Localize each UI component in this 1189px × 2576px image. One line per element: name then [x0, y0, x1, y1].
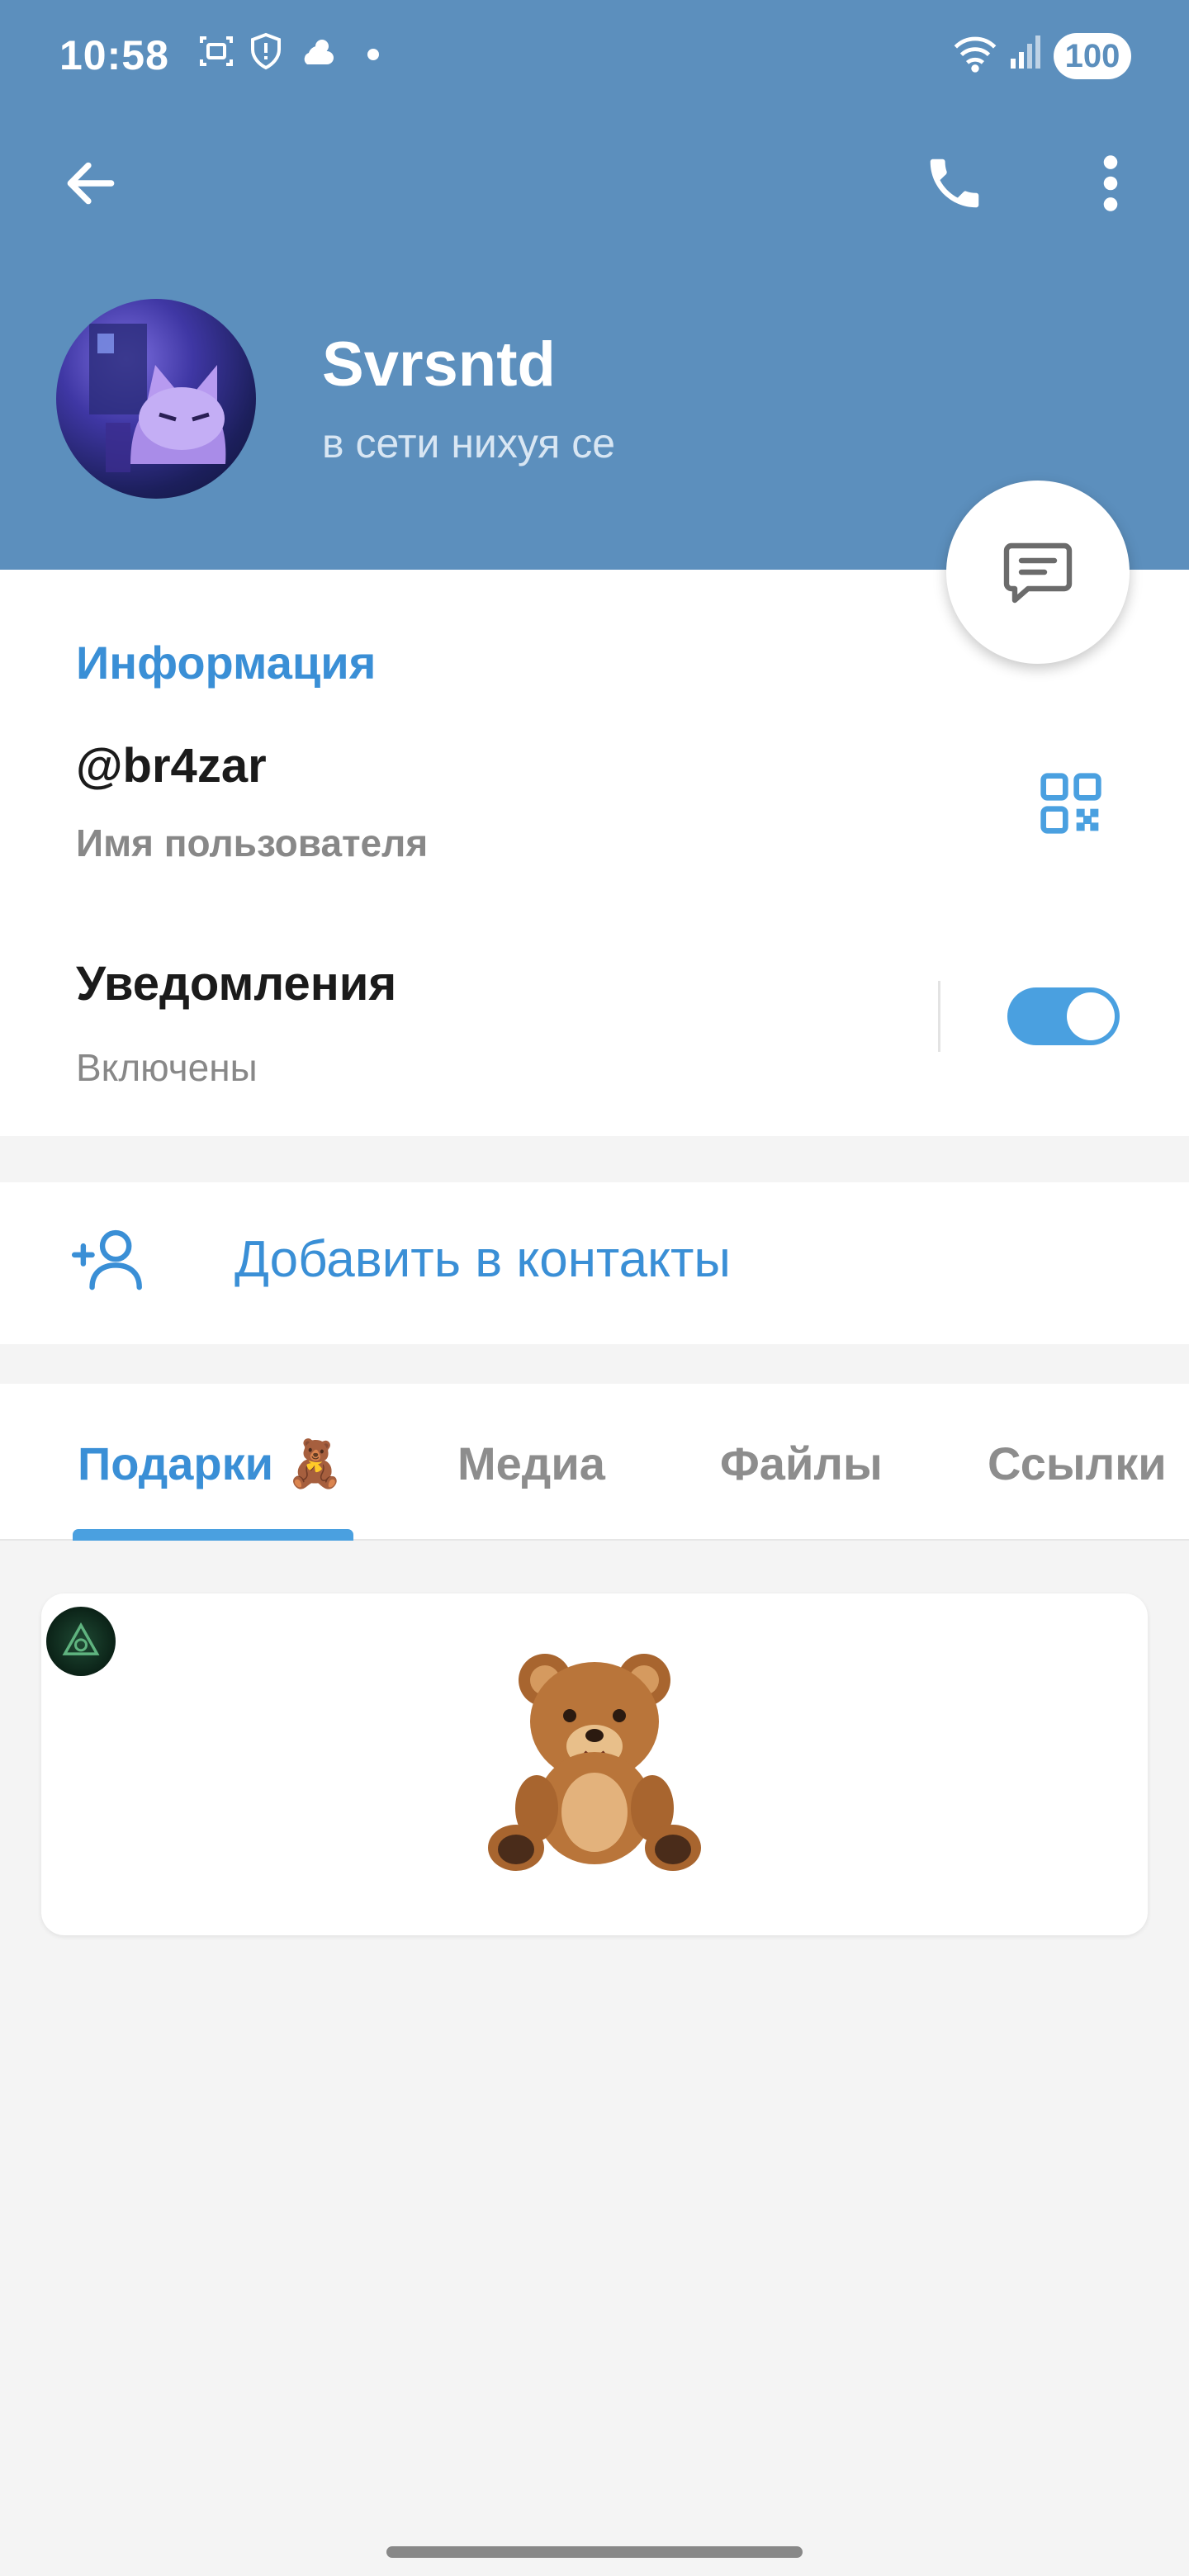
status-time: 10:58: [59, 32, 169, 78]
tab-media[interactable]: Медиа: [457, 1437, 605, 1490]
username-label: Имя пользователя: [76, 822, 429, 864]
tab-files[interactable]: Файлы: [720, 1437, 883, 1490]
avatar-image: [89, 324, 226, 472]
notifications-title[interactable]: Уведомления: [76, 956, 396, 1011]
qr-code-icon: [1040, 773, 1101, 834]
tab-gifts[interactable]: Подарки 🧸: [78, 1437, 343, 1491]
add-contact-icon-wrap: [64, 1215, 155, 1306]
active-tab-indicator: [73, 1529, 353, 1541]
shield-icon: [251, 32, 281, 70]
teddy-bear-gift-icon: [488, 1654, 701, 1871]
status-bar: 10:58 100: [0, 0, 1189, 112]
screenshot-icon: [200, 36, 233, 66]
sender-logo-icon: [62, 1622, 100, 1655]
call-button[interactable]: [912, 140, 997, 226]
media-tabs: Подарки 🧸 Медиа Файлы Ссылки: [0, 1384, 1189, 1541]
notifications-toggle[interactable]: [1007, 987, 1120, 1045]
more-vertical-icon: [1103, 155, 1118, 211]
more-button[interactable]: [1073, 140, 1148, 226]
toggle-knob: [1067, 992, 1115, 1040]
profile-status: в сети нихуя се: [322, 420, 616, 466]
wifi-icon: [954, 36, 997, 73]
back-arrow-icon: [67, 162, 115, 205]
battery-indicator: 100: [1054, 33, 1131, 79]
phone-icon: [930, 159, 979, 208]
back-button[interactable]: [48, 140, 134, 226]
home-gesture-bar[interactable]: [386, 2546, 803, 2558]
signal-icon: [1011, 36, 1040, 69]
profile-name: Svrsntd: [322, 329, 556, 400]
weather-icon: [304, 40, 334, 64]
qr-code-button[interactable]: [1032, 765, 1110, 842]
notifications-status: Включены: [76, 1046, 258, 1089]
tab-links[interactable]: Ссылки: [988, 1437, 1167, 1490]
info-section-title: Информация: [76, 637, 377, 689]
message-button[interactable]: [946, 481, 1130, 664]
avatar[interactable]: [56, 299, 256, 499]
dot-icon: [367, 49, 379, 60]
divider: [938, 981, 940, 1052]
add-user-icon: [71, 1229, 142, 1290]
message-icon: [1003, 542, 1073, 604]
gift-sender-avatar[interactable]: [46, 1607, 116, 1676]
add-contact-label[interactable]: Добавить в контакты: [234, 1230, 731, 1289]
username-value[interactable]: @br4zar: [76, 738, 267, 793]
